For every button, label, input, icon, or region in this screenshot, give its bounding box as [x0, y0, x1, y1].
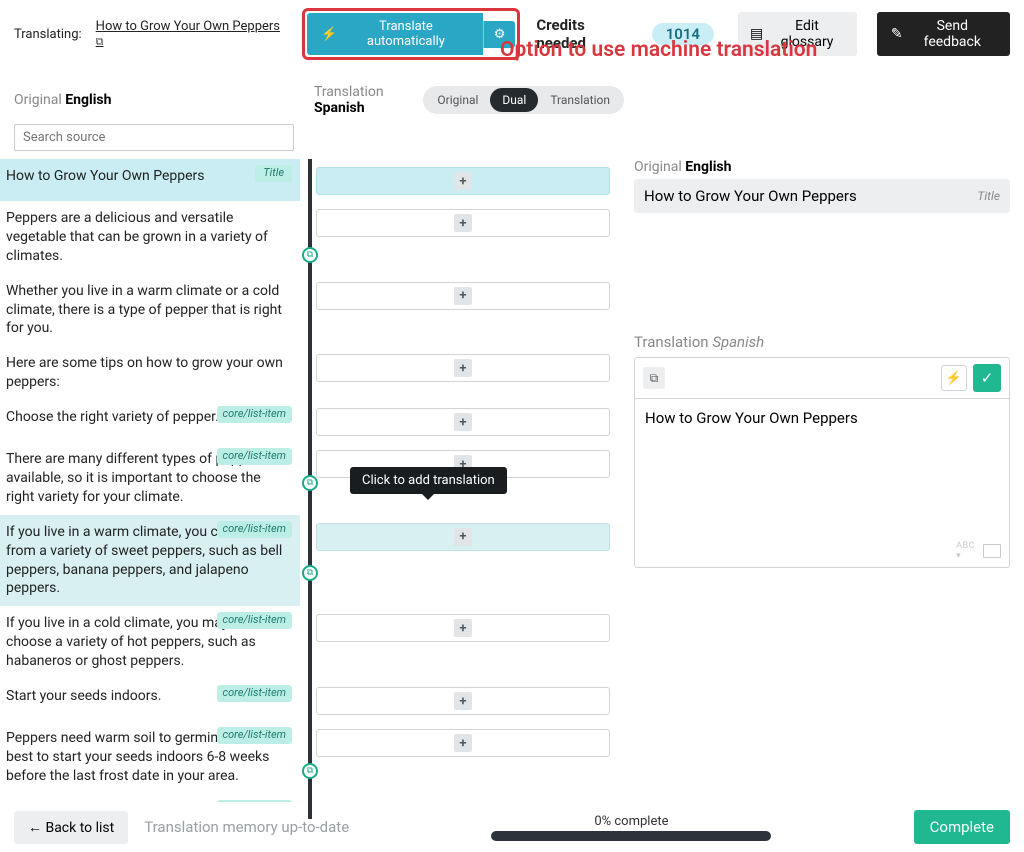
- send-feedback-button[interactable]: ✎Send feedback: [877, 12, 1010, 56]
- block-tag: core/list-item: [217, 448, 292, 465]
- translating-label: Translating:: [14, 27, 82, 42]
- view-toggle: Original Dual Translation: [423, 86, 624, 114]
- add-translation-tooltip: Click to add translation: [350, 467, 507, 494]
- abc-indicator: ABC▾: [956, 541, 975, 561]
- view-translation[interactable]: Translation: [538, 88, 622, 112]
- segment-source[interactable]: There are many different types of pepper…: [0, 442, 300, 515]
- pencil-icon: ✎: [891, 26, 903, 42]
- segment-source[interactable]: Start your seeds indoors.core/list-item: [0, 679, 300, 721]
- right-original-header: Original English: [634, 159, 1010, 175]
- segment-source[interactable]: Peppers are a delicious and versatile ve…: [0, 201, 300, 274]
- plus-icon: +: [454, 214, 472, 232]
- translation-toolbar: ⧉ ⚡ ✓: [634, 357, 1010, 398]
- external-link-icon: ⧉: [96, 35, 104, 48]
- plus-icon: +: [454, 172, 472, 190]
- right-translation-header: Translation Spanish: [634, 333, 1010, 351]
- search-input[interactable]: [14, 124, 294, 151]
- complete-button[interactable]: Complete: [914, 810, 1010, 844]
- progress-label: 0% complete: [594, 814, 668, 829]
- confirm-translation-button[interactable]: ✓: [973, 364, 1001, 392]
- segment-source[interactable]: Peppers need warm soil to germinate, so …: [0, 721, 300, 794]
- plus-icon: +: [454, 359, 472, 377]
- progress-bar: [491, 831, 771, 841]
- segment-source[interactable]: Whether you live in a warm climate or a …: [0, 274, 300, 347]
- link-icon[interactable]: ⧉: [302, 763, 318, 779]
- translation-column-header: Translation Spanish Original Dual Transl…: [314, 84, 624, 116]
- segment-target[interactable]: +: [316, 282, 610, 310]
- translation-editor[interactable]: How to Grow Your Own Peppers ABC▾: [634, 398, 1010, 568]
- doc-title-link[interactable]: How to Grow Your Own Peppers ⧉: [96, 19, 284, 49]
- copy-icon: ⧉: [650, 371, 659, 386]
- segment-source[interactable]: If you live in a warm climate, you can c…: [0, 515, 300, 607]
- back-to-list-button[interactable]: ← Back to list: [14, 811, 128, 844]
- segment-target[interactable]: +: [316, 523, 610, 551]
- annotation-text: Option to use machine translation: [500, 38, 817, 62]
- plus-icon: +: [454, 287, 472, 305]
- block-tag: core/list-item: [217, 727, 292, 744]
- plus-icon: +: [454, 692, 472, 710]
- plus-icon: +: [454, 619, 472, 637]
- link-icon[interactable]: ⧉: [302, 247, 318, 263]
- memory-status: Translation memory up-to-date: [144, 818, 349, 836]
- block-tag: core/list-item: [217, 612, 292, 629]
- original-column-header: Original English: [14, 92, 314, 108]
- segment-target[interactable]: +: [316, 408, 610, 436]
- right-original-title: How to Grow Your Own Peppers Title: [634, 179, 1010, 213]
- segment-source[interactable]: How to Grow Your Own PeppersTitle: [0, 159, 300, 201]
- bolt-icon: ⚡: [321, 27, 337, 42]
- copy-source-button[interactable]: ⧉: [643, 367, 665, 389]
- segment-target[interactable]: +: [316, 209, 610, 237]
- segment-target[interactable]: +: [316, 354, 610, 382]
- segment-target[interactable]: +: [316, 167, 610, 195]
- segment-source[interactable]: Choose the right variety of pepper.core/…: [0, 400, 300, 442]
- segment-target[interactable]: +: [316, 687, 610, 715]
- editor-mode-icon[interactable]: [983, 544, 1001, 558]
- segment-source[interactable]: Here are some tips on how to grow your o…: [0, 346, 300, 400]
- annotation-highlight: ⚡ Translate automatically ⚙: [302, 8, 520, 60]
- link-icon[interactable]: ⧉: [302, 565, 318, 581]
- bolt-icon: ⚡: [946, 371, 962, 386]
- segment-source[interactable]: If you live in a cold climate, you may w…: [0, 606, 300, 679]
- plus-icon: +: [454, 734, 472, 752]
- title-tag: Title: [255, 165, 292, 182]
- segment-target[interactable]: +: [316, 729, 610, 757]
- translate-auto-button[interactable]: ⚡ Translate automatically: [307, 13, 483, 55]
- block-tag: core/list-item: [217, 685, 292, 702]
- segment-target[interactable]: +: [316, 614, 610, 642]
- block-tag: core/list-item: [217, 521, 292, 538]
- plus-icon: +: [454, 528, 472, 546]
- link-icon[interactable]: ⧉: [302, 475, 318, 491]
- machine-translate-button[interactable]: ⚡: [941, 365, 967, 391]
- check-icon: ✓: [981, 369, 994, 387]
- view-dual[interactable]: Dual: [490, 88, 538, 112]
- plus-icon: +: [454, 413, 472, 431]
- block-tag: core/list-item: [217, 406, 292, 423]
- view-original[interactable]: Original: [425, 88, 490, 112]
